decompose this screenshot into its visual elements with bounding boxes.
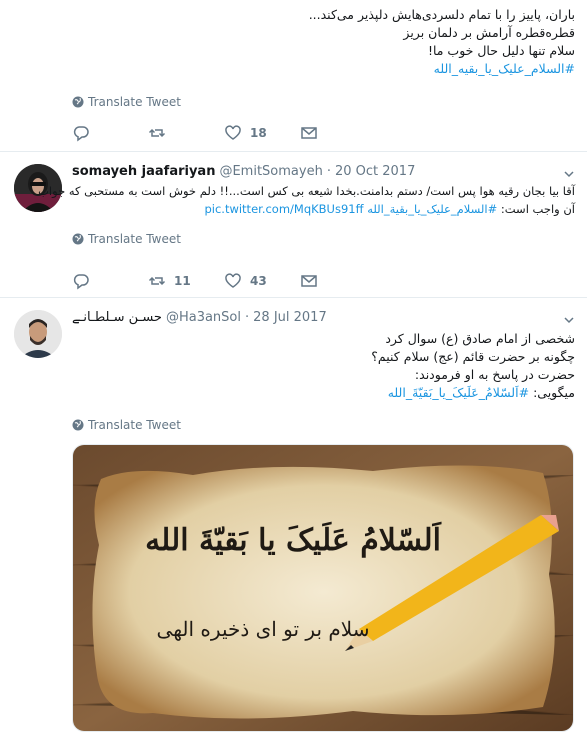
translate-label: Translate Tweet: [88, 418, 181, 432]
media-artwork: [73, 445, 573, 731]
tweet-2-line-1: آقا بیا بجان رقیه هوا پس است/ دستم بدامن…: [38, 184, 575, 198]
translate-label: Translate Tweet: [88, 95, 181, 109]
hashtag-link[interactable]: #السلام_علیک_یا_بقیة_الله: [367, 202, 497, 216]
globe-icon: [72, 96, 84, 108]
tweet-3[interactable]: حسـن سـلطـانـے @Ha3anSol · 28 Jul 2017 ش…: [0, 298, 587, 740]
like-button[interactable]: 18: [224, 124, 300, 142]
tweet-1-line-3: سلام تنها دلیل حال خوب ما!: [427, 43, 575, 58]
media-link[interactable]: pic.twitter.com/MqKBUs91ff: [204, 202, 363, 216]
heart-icon: [225, 125, 241, 140]
hashtag-link[interactable]: #السلام_علیک_یا_بقیه_الله: [434, 61, 575, 76]
tweet-3-line-2: چگونه بر حضرت قائم (عج) سلام کنیم؟: [371, 349, 575, 364]
globe-icon: [72, 233, 84, 245]
tweet-2-line-2-text: آن واجب است:: [500, 202, 575, 216]
like-count: 43: [250, 274, 267, 288]
tweet-media-image[interactable]: اَلسّلامُ عَلَیکَ یا بَقیّةَ الله سلام ب…: [72, 444, 574, 732]
tweet-date[interactable]: 20 Oct 2017: [335, 164, 415, 179]
reply-button[interactable]: [72, 124, 148, 142]
tweet-actions: 11 43: [72, 272, 376, 290]
separator-dot: ·: [326, 164, 331, 179]
media-title: اَلسّلامُ عَلَیکَ یا بَقیّةَ الله: [145, 523, 441, 558]
display-name[interactable]: somayeh jaafariyan: [72, 164, 215, 179]
envelope-icon: [301, 275, 317, 287]
tweet-actions: 18: [72, 124, 376, 142]
reply-icon: [73, 126, 89, 142]
tweet-3-line-1: شخصی از امام صادق (ع) سوال کرد: [385, 331, 575, 346]
envelope-icon: [301, 127, 317, 139]
tweet-2-header: somayeh jaafariyan @EmitSomayeh · 20 Oct…: [72, 164, 415, 179]
avatar[interactable]: [14, 310, 62, 358]
reply-icon: [73, 274, 89, 290]
tweet-2-line-2: آن واجب است: #السلام_علیک_یا_بقیة_الله p…: [72, 200, 575, 218]
translate-label: Translate Tweet: [88, 232, 181, 246]
tweet-3-body: شخصی از امام صادق (ع) سوال کرد چگونه بر …: [72, 330, 575, 402]
direct-message-button[interactable]: [300, 124, 376, 142]
user-handle[interactable]: @EmitSomayeh: [219, 164, 322, 179]
media-subtitle: سلام بر تو ای ذخیره الهی: [156, 617, 370, 641]
globe-icon: [72, 419, 84, 431]
tweet-2[interactable]: somayeh jaafariyan @EmitSomayeh · 20 Oct…: [0, 152, 587, 298]
user-handle[interactable]: @Ha3anSol: [166, 310, 241, 325]
chevron-down-icon[interactable]: [563, 314, 575, 326]
reply-button[interactable]: [72, 272, 148, 290]
like-button[interactable]: 43: [224, 272, 300, 290]
tweet-3-line-3: حضرت در پاسخ به او فرمودند:: [414, 367, 575, 382]
tweet-3-header: حسـن سـلطـانـے @Ha3anSol · 28 Jul 2017: [72, 310, 327, 325]
retweet-icon: [148, 128, 166, 138]
tweet-2-body: آقا بیا بجان رقیه هوا پس است/ دستم بدامن…: [38, 182, 575, 218]
like-count: 18: [250, 126, 267, 140]
direct-message-button[interactable]: [300, 272, 376, 290]
translate-tweet-link[interactable]: Translate Tweet: [72, 95, 181, 109]
translate-tweet-link[interactable]: Translate Tweet: [72, 232, 181, 246]
separator-dot: ·: [245, 310, 250, 325]
retweet-button[interactable]: 11: [148, 272, 224, 290]
tweet-1-line-2: قطره‌قطره آرامش بر دلمان بریز: [403, 25, 575, 40]
retweet-icon: [148, 276, 166, 286]
tweet-1-line-1: باران، پاییز را با تمام دلسردی‌هایش دلپذ…: [308, 7, 575, 22]
translate-tweet-link[interactable]: Translate Tweet: [72, 418, 181, 432]
display-name[interactable]: حسـن سـلطـانـے: [72, 310, 162, 325]
tweet-date[interactable]: 28 Jul 2017: [253, 310, 327, 325]
tweet-1-body: باران، پاییز را با تمام دلسردی‌هایش دلپذ…: [72, 6, 575, 78]
retweet-button[interactable]: [148, 124, 224, 142]
chevron-down-icon[interactable]: [563, 168, 575, 180]
heart-icon: [225, 273, 241, 288]
tweet-1[interactable]: باران، پاییز را با تمام دلسردی‌هایش دلپذ…: [0, 0, 587, 152]
tweet-3-line-4-text: میگویی:: [533, 385, 575, 400]
tweet-3-line-4: میگویی: #اَلسّلامُ_عَلَیکَ_یا_بَقیّةَ_ال…: [72, 384, 575, 402]
hashtag-link[interactable]: #اَلسّلامُ_عَلَیکَ_یا_بَقیّةَ_الله: [388, 385, 529, 400]
avatar-image: [14, 310, 62, 358]
retweet-count: 11: [174, 274, 191, 288]
